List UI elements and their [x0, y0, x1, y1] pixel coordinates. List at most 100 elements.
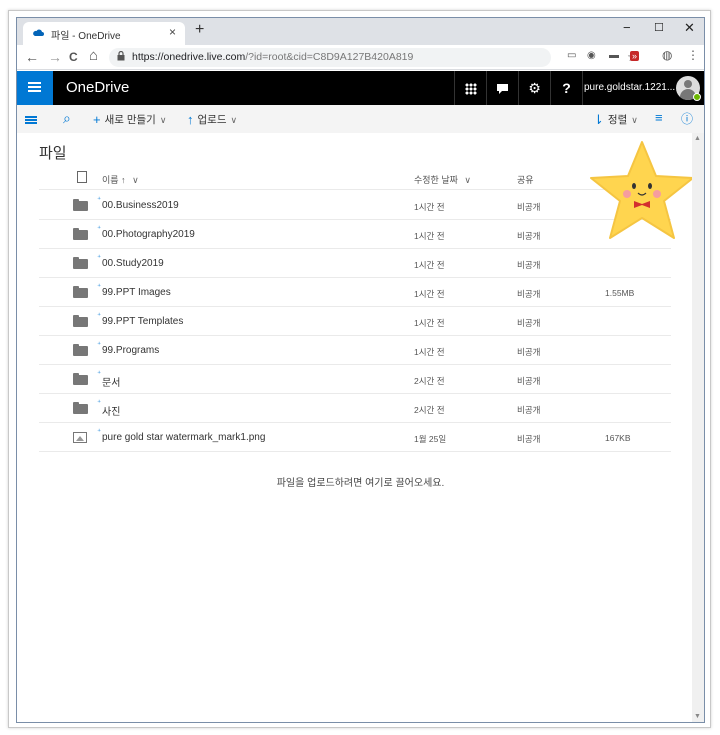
column-name-label: 이름 ↑ [102, 175, 126, 185]
file-name[interactable]: 00.Study2019 [102, 258, 164, 269]
onedrive-cloud-icon [33, 29, 44, 36]
url-text: https://onedrive.live.com/?id=root&cid=C… [132, 51, 413, 63]
drop-zone-hint: 파일을 업로드하려면 여기로 끌어오세요. [276, 478, 445, 489]
page-title: 파일 [39, 145, 67, 162]
column-modified-label: 수정한 날짜 [414, 175, 458, 185]
close-window-button[interactable]: ✕ [684, 20, 695, 36]
table-row[interactable]: ⁺ 99.PPT Images 1시간 전 비공개 1.55MB [39, 278, 671, 307]
new-button[interactable]: + 새로 만들기 ∨ [93, 112, 166, 127]
column-sharing[interactable]: 공유 [517, 173, 534, 186]
app-launcher-button[interactable] [17, 71, 53, 105]
file-name[interactable]: 사진 [102, 403, 120, 418]
extension-icon-3[interactable]: ▬ [609, 50, 619, 61]
chevron-down-icon: ∨ [132, 175, 139, 185]
table-row[interactable]: ⁺ 99.Programs 1시간 전 비공개 [39, 336, 671, 365]
gear-icon: ⚙ [528, 80, 541, 96]
sync-icon: ⁺ [97, 427, 102, 436]
extension-icon-2[interactable]: ◉ [587, 50, 596, 61]
file-name[interactable]: 문서 [102, 374, 120, 389]
help-button[interactable]: ? [550, 71, 582, 105]
table-row[interactable]: ⁺ 문서 2시간 전 비공개 [39, 365, 671, 394]
folder-icon [73, 257, 88, 269]
file-sharing: 비공개 [517, 434, 541, 444]
sync-icon: ⁺ [97, 398, 102, 407]
brand-title[interactable]: OneDrive [66, 79, 129, 96]
chevron-down-icon: ∨ [230, 115, 238, 125]
sync-icon: ⁺ [97, 369, 102, 378]
url-path: /?id=root&cid=C8D9A127B420A819 [245, 51, 414, 63]
maximize-button[interactable]: ☐ [654, 21, 664, 34]
file-name[interactable]: pure gold star watermark_mark1.png [102, 432, 265, 443]
table-row[interactable]: ⁺ pure gold star watermark_mark1.png 1월 25… [39, 423, 671, 452]
view-options-icon[interactable]: ≡ [655, 110, 663, 125]
apps-button[interactable] [454, 71, 486, 105]
folder-icon [73, 228, 88, 240]
table-row[interactable]: ⁺ 00.Photography2019 1시간 전 비공개 [39, 220, 671, 249]
search-icon[interactable]: ⌕ [63, 110, 71, 127]
address-bar[interactable]: https://onedrive.live.com/?id=root&cid=C… [109, 48, 638, 67]
sort-button[interactable]: ⇂ 정렬 ∨ [593, 112, 638, 128]
scroll-up-icon[interactable]: ▲ [694, 135, 701, 142]
url-host: https://onedrive.live.com [132, 51, 246, 63]
browser-menu-icon[interactable]: ⋮ [687, 48, 699, 62]
file-modified: 1시간 전 [414, 289, 445, 299]
sync-icon: ⁺ [97, 253, 102, 262]
command-bar: ⌕ + 새로 만들기 ∨ ↑ 업로드 ∨ ⇂ 정렬 ∨ ≡ ⓘ [17, 105, 704, 133]
folder-icon [73, 286, 88, 298]
file-name[interactable]: 00.Photography2019 [102, 229, 195, 240]
upload-button[interactable]: ↑ 업로드 ∨ [187, 112, 237, 127]
table-row[interactable]: ⁺ 00.Business2019 1시간 전 비공개 [39, 191, 671, 220]
sync-icon: ⁺ [97, 282, 102, 291]
browser-window: 파일 - OneDrive × + − ☐ ✕ ← → C ⌂ https://… [16, 17, 705, 723]
sort-icon: ⇂ [593, 112, 604, 127]
file-modified: 1시간 전 [414, 260, 445, 270]
file-name[interactable]: 99.PPT Templates [102, 316, 183, 327]
lock-icon [117, 50, 125, 64]
home-button[interactable]: ⌂ [89, 47, 98, 64]
file-sharing: 비공개 [517, 318, 541, 328]
column-name[interactable]: 이름 ↑ ∨ [102, 173, 139, 186]
tab-close-icon[interactable]: × [169, 25, 176, 39]
file-sharing: 비공개 [517, 405, 541, 415]
table-row[interactable]: ⁺ 사진 2시간 전 비공개 [39, 394, 671, 423]
file-sharing: 비공개 [517, 231, 541, 241]
reload-button[interactable]: C [69, 50, 78, 64]
vertical-scrollbar[interactable]: ▲ ▼ [692, 133, 704, 722]
folder-icon [73, 373, 88, 385]
settings-button[interactable]: ⚙ [518, 71, 550, 105]
tab-title: 파일 - OneDrive [51, 31, 121, 42]
extension-icon-4[interactable]: » [630, 51, 640, 61]
file-modified: 1시간 전 [414, 318, 445, 328]
file-modified: 2시간 전 [414, 376, 445, 386]
app-grid-icon [464, 83, 477, 96]
avatar-head [684, 80, 692, 88]
nav-menu-icon[interactable] [25, 116, 37, 118]
screenshot-frame: 파일 - OneDrive × + − ☐ ✕ ← → C ⌂ https://… [8, 10, 711, 728]
sort-label: 정렬 [607, 114, 628, 126]
file-size: 1.55MB [605, 288, 635, 298]
column-modified[interactable]: 수정한 날짜 ∨ [414, 173, 471, 186]
user-name[interactable]: pure.goldstar.1221... [584, 82, 675, 93]
table-row[interactable]: ⁺ 99.PPT Templates 1시간 전 비공개 [39, 307, 671, 336]
new-label: 새로 만들기 [104, 114, 156, 126]
new-tab-button[interactable]: + [195, 21, 204, 39]
chat-button[interactable] [486, 71, 518, 105]
file-name[interactable]: 99.PPT Images [102, 287, 171, 298]
info-icon[interactable]: ⓘ [681, 110, 693, 127]
forward-button[interactable]: → [48, 49, 62, 65]
back-button[interactable]: ← [25, 49, 39, 65]
folder-icon [73, 315, 88, 327]
profile-extension-icon[interactable]: ◍ [662, 48, 672, 62]
file-name[interactable]: 99.Programs [102, 345, 159, 356]
file-modified: 1시간 전 [414, 202, 445, 212]
browser-tab[interactable]: 파일 - OneDrive × [23, 22, 185, 45]
table-row[interactable]: ⁺ 00.Study2019 1시간 전 비공개 [39, 249, 671, 278]
file-name[interactable]: 00.Business2019 [102, 200, 179, 211]
image-file-icon [73, 432, 87, 443]
sync-icon: ⁺ [97, 311, 102, 320]
extension-icon-1[interactable]: ▭ [567, 50, 576, 61]
file-modified: 1시간 전 [414, 231, 445, 241]
scroll-down-icon[interactable]: ▼ [694, 713, 701, 720]
file-type-icon[interactable] [77, 171, 87, 183]
minimize-button[interactable]: − [623, 20, 631, 35]
